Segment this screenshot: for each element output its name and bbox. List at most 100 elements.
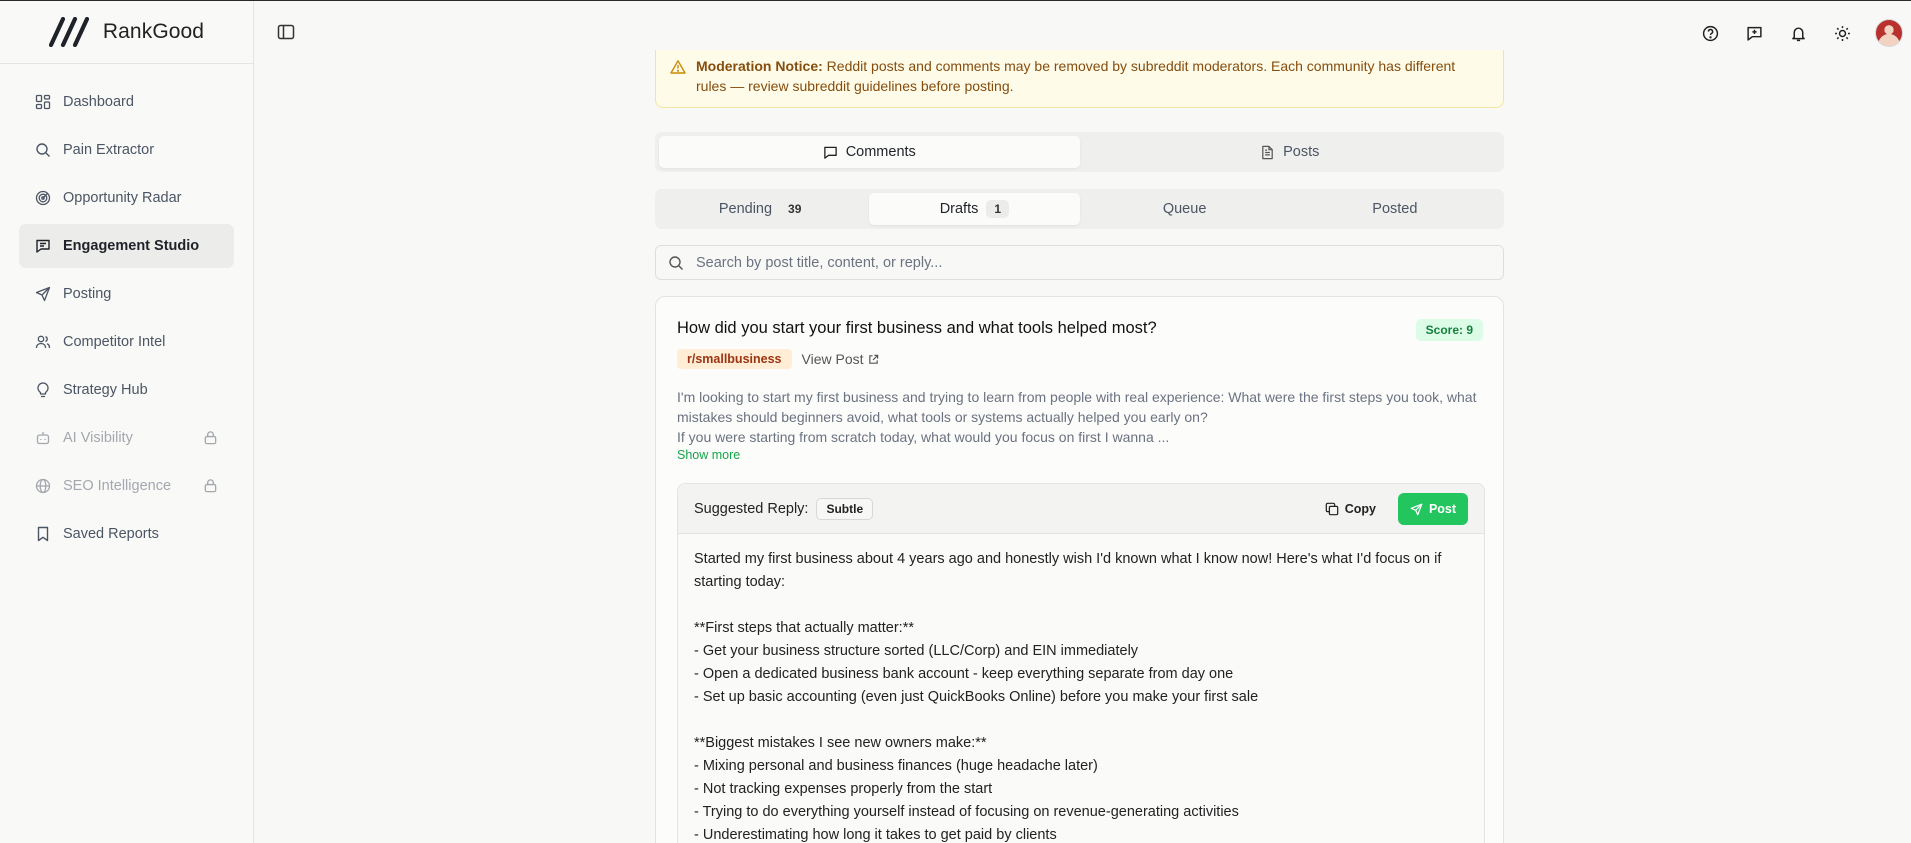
bot-icon [36, 432, 50, 445]
view-post-link[interactable]: View Post [802, 351, 879, 367]
sidebar-item-label: AI Visibility [63, 430, 133, 446]
brand-logo[interactable]: RankGood [0, 1, 253, 64]
reply-line: - Not tracking expenses properly from th… [694, 781, 993, 797]
reply-line: **First steps that actually matter:** [694, 620, 914, 636]
sidebar-item-label: Saved Reports [63, 526, 159, 542]
tone-badge: Subtle [816, 497, 874, 520]
search-bar [655, 245, 1504, 280]
moderation-notice: Moderation Notice: Reddit posts and comm… [655, 50, 1504, 108]
reply-line: - Trying to do everything yourself inste… [694, 804, 1239, 820]
theme-toggle-button[interactable] [1831, 22, 1853, 44]
reply-line: - Set up basic accounting (even just Qui… [694, 689, 1259, 705]
reply-line: - Open a dedicated business bank account… [694, 666, 1234, 682]
tab-pending[interactable]: Pending 39 [659, 193, 869, 225]
sidebar-item-saved-reports[interactable]: Saved Reports [19, 512, 234, 556]
sidebar-item-label: SEO Intelligence [63, 478, 172, 494]
file-text-icon [1262, 145, 1273, 159]
sidebar-item-pain-extractor[interactable]: Pain Extractor [19, 128, 234, 172]
logo-slashes-icon [48, 17, 89, 47]
help-button[interactable] [1699, 22, 1721, 44]
post-excerpt: I'm looking to start my first business a… [677, 387, 1485, 447]
sidebar-item-label: Dashboard [63, 94, 134, 110]
search-icon [36, 143, 50, 157]
sidebar-item-competitor-intel[interactable]: Competitor Intel [19, 320, 234, 364]
post-meta: r/smallbusiness View Post [677, 349, 879, 369]
radar-icon [35, 190, 51, 206]
search-icon [669, 256, 683, 270]
subreddit-badge[interactable]: r/smallbusiness [677, 349, 792, 369]
sidebar-item-label: Pain Extractor [63, 142, 155, 158]
copy-button[interactable]: Copy [1317, 495, 1384, 523]
toggle-sidebar-icon[interactable] [277, 23, 295, 41]
reply-line: - Mixing personal and business finances … [694, 758, 1098, 774]
sidebar-item-seo-intelligence[interactable]: SEO Intelligence [19, 464, 234, 508]
tab-label: Posted [1372, 201, 1418, 217]
tab-posted[interactable]: Posted [1290, 193, 1500, 225]
lock-icon [204, 431, 217, 445]
lightbulb-icon [37, 382, 49, 398]
view-post-label: View Post [801, 351, 864, 367]
post-label: Post [1428, 502, 1457, 516]
sidebar-item-strategy-hub[interactable]: Strategy Hub [19, 368, 234, 412]
draft-card: How did you start your first business an… [655, 296, 1504, 843]
tab-drafts[interactable]: Drafts 1 [869, 193, 1080, 225]
tab-label: Posts [1283, 144, 1320, 160]
sidebar-item-label: Opportunity Radar [63, 190, 182, 206]
help-circle-icon [1702, 25, 1718, 41]
tab-queue[interactable]: Queue [1080, 193, 1290, 225]
sidebar-item-label: Competitor Intel [63, 334, 166, 350]
sidebar: RankGood Dashboard Pain Extractor Opport… [0, 1, 254, 843]
tab-count-badge: 39 [788, 202, 802, 216]
feedback-button[interactable] [1743, 22, 1765, 44]
tab-comments[interactable]: Comments [659, 136, 1080, 168]
tab-label: Comments [845, 144, 916, 160]
sidebar-item-label: Engagement Studio [63, 238, 200, 254]
suggested-reply-panel: Suggested Reply: Subtle Copy Post Starte… [677, 483, 1485, 843]
excerpt-line: If you were starting from scratch today,… [677, 429, 1170, 445]
tab-label: Queue [1162, 201, 1207, 217]
reply-line-blank [694, 709, 1468, 732]
dashboard-icon [35, 94, 51, 110]
reply-line: - Get your business structure sorted (LL… [694, 643, 1139, 659]
tab-label: Pending [718, 201, 773, 217]
user-avatar[interactable] [1875, 19, 1903, 47]
sidebar-item-engagement-studio[interactable]: Engagement Studio [19, 224, 234, 268]
reply-text[interactable]: Started my first business about 4 years … [678, 534, 1484, 843]
copy-label: Copy [1344, 502, 1376, 516]
sidebar-item-opportunity-radar[interactable]: Opportunity Radar [19, 176, 234, 220]
post-button[interactable]: Post [1398, 493, 1468, 525]
alert-triangle-icon [670, 60, 686, 74]
search-input[interactable] [696, 254, 1503, 271]
sun-icon [1834, 25, 1850, 41]
show-more-button[interactable]: Show more [677, 448, 740, 462]
sidebar-item-label: Strategy Hub [63, 382, 148, 398]
notifications-button[interactable] [1787, 22, 1809, 44]
brand-name: RankGood [102, 20, 205, 43]
score-badge: Score: 9 [1415, 319, 1483, 341]
reply-line: - Underestimating how long it takes to g… [694, 827, 1057, 843]
post-title: How did you start your first business an… [677, 319, 1157, 337]
sidebar-item-ai-visibility[interactable]: AI Visibility [19, 416, 234, 460]
sidebar-nav: Dashboard Pain Extractor Opportunity Rad… [0, 64, 253, 576]
tab-posts[interactable]: Posts [1080, 136, 1501, 168]
bookmark-icon [37, 526, 49, 542]
reply-line: **Biggest mistakes I see new owners make… [694, 735, 987, 751]
top-bar-actions [1699, 19, 1903, 47]
send-icon [35, 286, 51, 302]
message-square-icon [36, 239, 50, 253]
content-type-tabs: Comments Posts [655, 132, 1504, 172]
reply-line-blank [694, 594, 1468, 617]
lock-icon [204, 479, 217, 493]
excerpt-line: I'm looking to start my first business a… [677, 389, 1477, 425]
reply-label: Suggested Reply: [694, 500, 809, 517]
bell-icon [1791, 26, 1805, 41]
message-plus-icon [1746, 26, 1762, 41]
sidebar-item-label: Posting [63, 286, 112, 302]
sidebar-item-posting[interactable]: Posting [19, 272, 234, 316]
external-link-icon [868, 354, 878, 364]
copy-icon [1325, 502, 1339, 516]
send-icon [1410, 503, 1423, 515]
sidebar-item-dashboard[interactable]: Dashboard [19, 80, 234, 124]
notice-title: Moderation Notice: [696, 58, 823, 74]
reply-line: Started my first business about 4 years … [694, 551, 1442, 590]
